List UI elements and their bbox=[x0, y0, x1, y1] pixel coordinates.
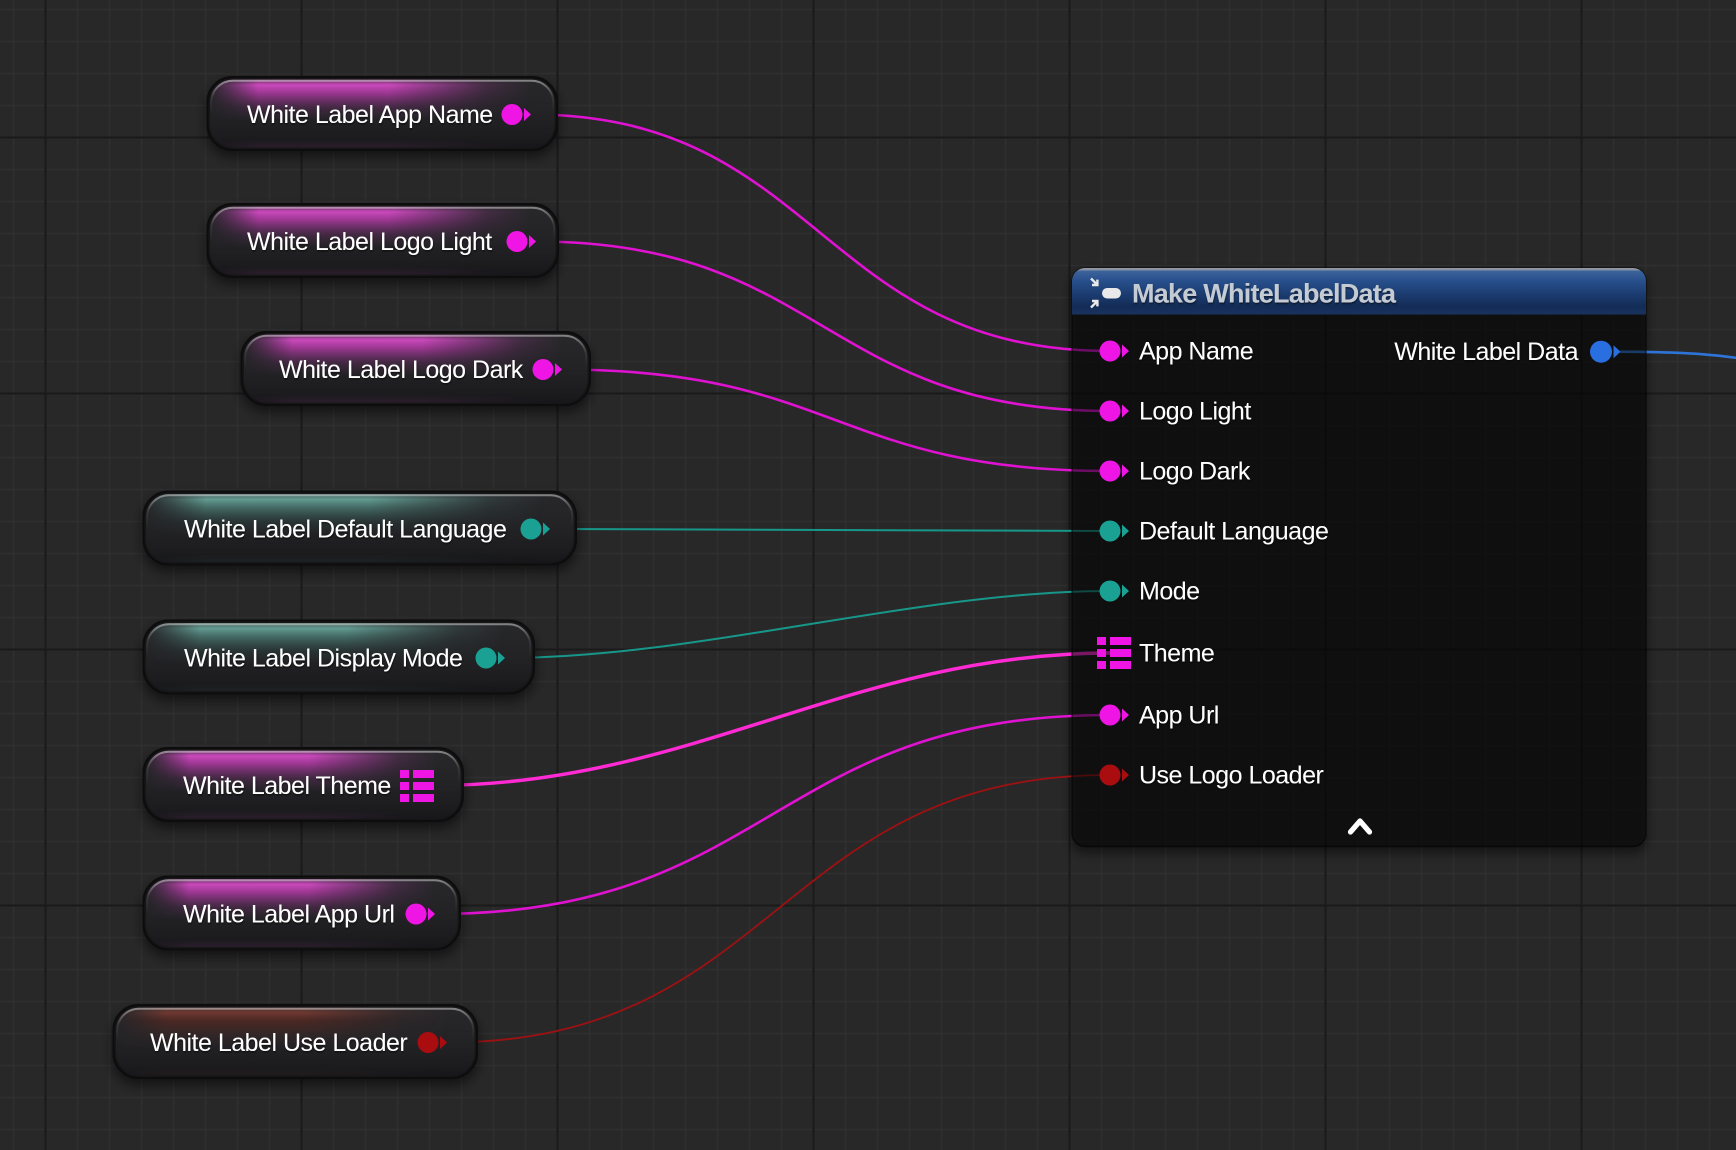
svg-text:Mode: Mode bbox=[1139, 578, 1200, 606]
svg-text:Theme: Theme bbox=[1139, 640, 1214, 668]
svg-text:App Url: App Url bbox=[1139, 702, 1219, 730]
svg-text:App Name: App Name bbox=[1139, 338, 1253, 366]
svg-text:Default Language: Default Language bbox=[1139, 518, 1328, 546]
svg-text:Make WhiteLabelData: Make WhiteLabelData bbox=[1132, 279, 1397, 309]
svg-text:Use Logo Loader: Use Logo Loader bbox=[1139, 762, 1323, 790]
svg-text:White Label Logo Light: White Label Logo Light bbox=[247, 228, 492, 256]
svg-text:White Label Data: White Label Data bbox=[1394, 338, 1578, 366]
svg-text:Logo Light: Logo Light bbox=[1139, 398, 1251, 426]
svg-text:Logo Dark: Logo Dark bbox=[1139, 458, 1251, 486]
svg-text:White Label Display Mode: White Label Display Mode bbox=[184, 645, 462, 673]
svg-text:White Label Logo Dark: White Label Logo Dark bbox=[279, 356, 524, 384]
svg-text:White Label Use Loader: White Label Use Loader bbox=[150, 1029, 407, 1057]
svg-text:White Label Theme: White Label Theme bbox=[183, 772, 391, 800]
svg-text:White Label App Url: White Label App Url bbox=[183, 901, 394, 929]
svg-text:White Label Default Language: White Label Default Language bbox=[184, 516, 506, 544]
svg-text:White Label App Name: White Label App Name bbox=[247, 101, 493, 129]
